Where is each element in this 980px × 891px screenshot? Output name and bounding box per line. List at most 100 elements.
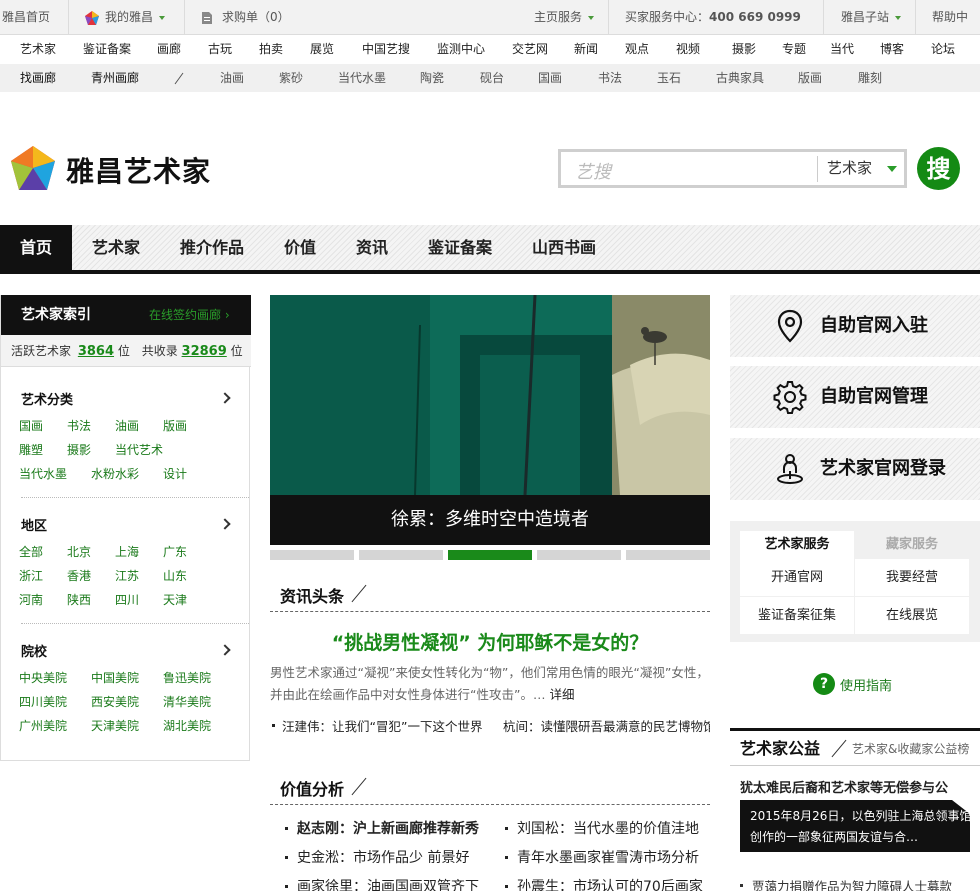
index-filter-link[interactable]: 当代水墨 — [19, 465, 67, 482]
chevron-right-icon[interactable] — [219, 644, 231, 656]
category-nav-item[interactable]: 找画廊 — [20, 64, 56, 92]
self-site-manage-button[interactable]: 自助官网管理 — [730, 366, 980, 428]
category-nav-item[interactable]: 砚台 — [480, 64, 504, 92]
home-link[interactable]: 雅昌首页 — [2, 0, 50, 35]
index-filter-link[interactable]: 国画 — [19, 417, 43, 434]
channel-nav-item[interactable]: 论坛 — [931, 35, 955, 64]
help-link[interactable]: 帮助中 — [932, 0, 968, 35]
index-filter-link[interactable]: 江苏 — [115, 567, 139, 584]
index-filter-link[interactable]: 中央美院 — [19, 669, 67, 686]
index-filter-link[interactable]: 广州美院 — [19, 717, 67, 734]
welfare-headline-link[interactable]: 犹太难民后裔和艺术家等无偿参与公 — [740, 777, 948, 796]
index-filter-link[interactable]: 全部 — [19, 543, 43, 560]
total-artists-count[interactable]: 32869 — [182, 344, 227, 359]
index-filter-link[interactable]: 清华美院 — [163, 693, 211, 710]
index-filter-link[interactable]: 鲁迅美院 — [163, 669, 211, 686]
index-filter-link[interactable]: 设计 — [163, 465, 187, 482]
site-brand[interactable]: 雅昌艺术家 — [66, 150, 211, 190]
slide-indicator[interactable] — [359, 550, 443, 560]
artron-logo-icon[interactable] — [10, 145, 56, 191]
main-nav-item[interactable]: 价值 — [284, 225, 316, 270]
channel-nav-item[interactable]: 展览 — [310, 35, 334, 64]
index-filter-link[interactable]: 水粉水彩 — [91, 465, 139, 482]
value-list-item[interactable]: 刘国松：当代水墨的价值洼地 — [505, 818, 699, 838]
value-list-item[interactable]: 青年水墨画家崔雪涛市场分析 — [505, 847, 699, 867]
index-filter-link[interactable]: 上海 — [115, 543, 139, 560]
online-gallery-link[interactable]: 在线签约画廊 › — [149, 295, 230, 335]
index-filter-link[interactable]: 雕塑 — [19, 441, 43, 458]
index-filter-link[interactable]: 浙江 — [19, 567, 43, 584]
sub-sites-menu[interactable]: 雅昌子站 — [841, 0, 902, 35]
category-nav-item[interactable]: 玉石 — [657, 64, 681, 92]
category-nav-item[interactable]: 国画 — [538, 64, 562, 92]
certification-collect-link[interactable]: 鉴证备案征集 — [740, 597, 854, 634]
channel-nav-item[interactable]: 专题 — [782, 35, 806, 64]
user-guide-link[interactable]: ? 使用指南 — [813, 673, 892, 695]
open-site-link[interactable]: 开通官网 — [740, 559, 854, 596]
index-filter-link[interactable]: 北京 — [67, 543, 91, 560]
index-filter-link[interactable]: 天津美院 — [91, 717, 139, 734]
chevron-right-icon[interactable] — [219, 518, 231, 530]
main-nav-item[interactable]: 鉴证备案 — [428, 225, 492, 270]
news-bullet-item[interactable]: 汪建伟：让我们“冒犯”一下这个世界 — [271, 716, 482, 735]
value-list-item[interactable]: 史金淞：市场作品少 前景好 — [284, 847, 469, 867]
chevron-right-icon[interactable] — [219, 392, 231, 404]
index-filter-link[interactable]: 四川 — [115, 591, 139, 608]
channel-nav-item[interactable]: 交艺网 — [512, 35, 548, 64]
value-list-item[interactable]: 赵志刚：沪上新画廊推荐新秀 — [285, 818, 479, 838]
index-filter-link[interactable]: 天津 — [163, 591, 187, 608]
channel-nav-item[interactable]: 视频 — [676, 35, 700, 64]
category-nav-item[interactable]: 雕刻 — [858, 64, 882, 92]
index-filter-link[interactable]: 湖北美院 — [163, 717, 211, 734]
tab-artist-service[interactable]: 艺术家服务 — [740, 531, 854, 559]
chevron-down-icon[interactable] — [887, 166, 897, 172]
self-site-join-button[interactable]: 自助官网入驻 — [730, 295, 980, 357]
channel-nav-item[interactable]: 拍卖 — [259, 35, 283, 64]
index-filter-link[interactable]: 河南 — [19, 591, 43, 608]
channel-nav-item[interactable]: 新闻 — [574, 35, 598, 64]
index-section-title[interactable]: 院校 — [21, 641, 47, 660]
headline-link[interactable]: “挑战男性凝视” 为何耶稣不是女的？ — [270, 628, 710, 655]
index-filter-link[interactable]: 四川美院 — [19, 693, 67, 710]
main-nav-item[interactable]: 首页 — [0, 225, 72, 270]
index-filter-link[interactable]: 香港 — [67, 567, 91, 584]
channel-nav-item[interactable]: 画廊 — [157, 35, 181, 64]
channel-nav-item[interactable]: 摄影 — [732, 35, 756, 64]
more-link[interactable]: 详细 — [549, 687, 574, 702]
main-nav-item[interactable]: 山西书画 — [532, 225, 596, 270]
main-nav-item[interactable]: 推介作品 — [180, 225, 244, 270]
main-services-menu[interactable]: 主页服务 — [534, 0, 595, 35]
index-filter-link[interactable]: 版画 — [163, 417, 187, 434]
main-nav-item[interactable]: 资讯 — [356, 225, 388, 270]
slide-caption[interactable]: 徐累：多维时空中造境者 — [270, 495, 710, 545]
slide-indicator[interactable] — [448, 550, 532, 560]
category-nav-item[interactable]: 古典家具 — [716, 64, 764, 92]
channel-nav-item[interactable]: 监测中心 — [437, 35, 485, 64]
category-nav-item[interactable]: 紫砂 — [279, 64, 303, 92]
featured-slideshow[interactable]: 徐累：多维时空中造境者 — [270, 295, 710, 545]
category-nav-item[interactable]: 当代水墨 — [338, 64, 386, 92]
search-button[interactable]: 搜 — [917, 147, 960, 190]
channel-nav-item[interactable]: 鉴证备案 — [83, 35, 131, 64]
index-section-title[interactable]: 地区 — [21, 515, 47, 534]
online-exhibition-link[interactable]: 在线展览 — [855, 597, 969, 634]
category-nav-item[interactable]: 版画 — [798, 64, 822, 92]
channel-nav-item[interactable]: 古玩 — [208, 35, 232, 64]
channel-nav-item[interactable]: 艺术家 — [20, 35, 56, 64]
category-nav-item[interactable]: 青州画廊 — [91, 64, 139, 92]
start-business-link[interactable]: 我要经营 — [855, 559, 969, 596]
channel-nav-item[interactable]: 观点 — [625, 35, 649, 64]
channel-nav-item[interactable]: 中国艺搜 — [362, 35, 410, 64]
artist-site-login-button[interactable]: 艺术家官网登录 — [730, 438, 980, 500]
category-nav-item[interactable]: 油画 — [220, 64, 244, 92]
active-artists-count[interactable]: 3864 — [78, 344, 114, 359]
tab-collector-service[interactable]: 藏家服务 — [855, 531, 969, 559]
index-filter-link[interactable]: 油画 — [115, 417, 139, 434]
index-filter-link[interactable]: 西安美院 — [91, 693, 139, 710]
index-filter-link[interactable]: 书法 — [67, 417, 91, 434]
index-filter-link[interactable]: 中国美院 — [91, 669, 139, 686]
welfare-subtitle[interactable]: 艺术家&收藏家公益榜 — [852, 731, 969, 767]
search-category-select[interactable]: 艺术家 — [827, 152, 872, 185]
welfare-list-item[interactable]: 贾蔼力捐赠作品为智力障碍人士募款 — [739, 876, 952, 891]
channel-nav-item[interactable]: 当代 — [830, 35, 854, 64]
